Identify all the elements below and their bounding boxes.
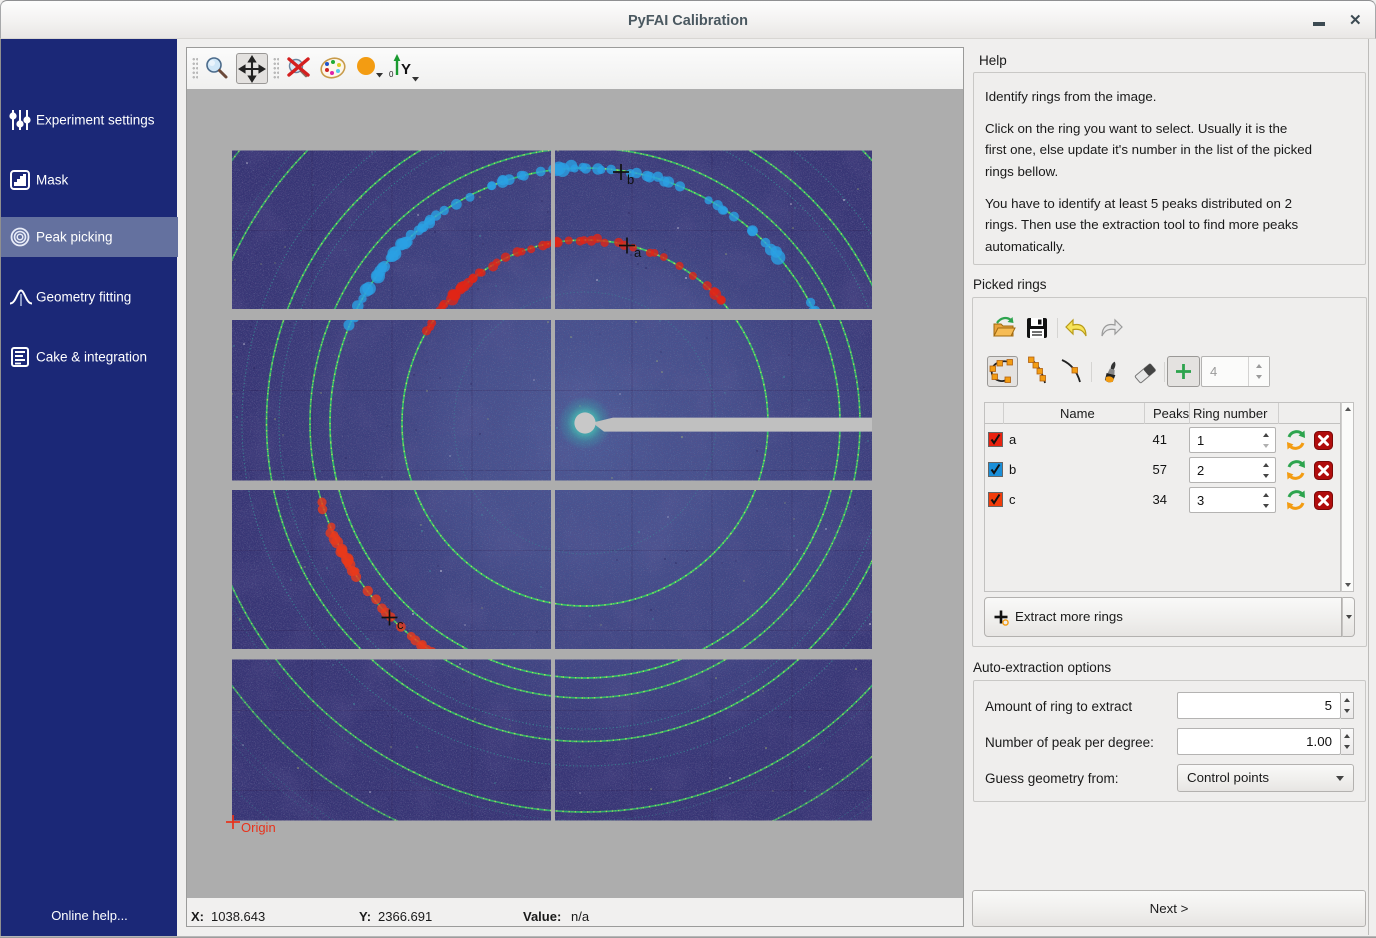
svg-text:b: b	[627, 172, 634, 187]
svg-text:Origin: Origin	[241, 820, 276, 835]
svg-text:c: c	[397, 617, 404, 632]
svg-text:Y: Y	[401, 61, 411, 78]
svg-text:0: 0	[389, 70, 394, 79]
svg-text:a: a	[634, 245, 642, 260]
